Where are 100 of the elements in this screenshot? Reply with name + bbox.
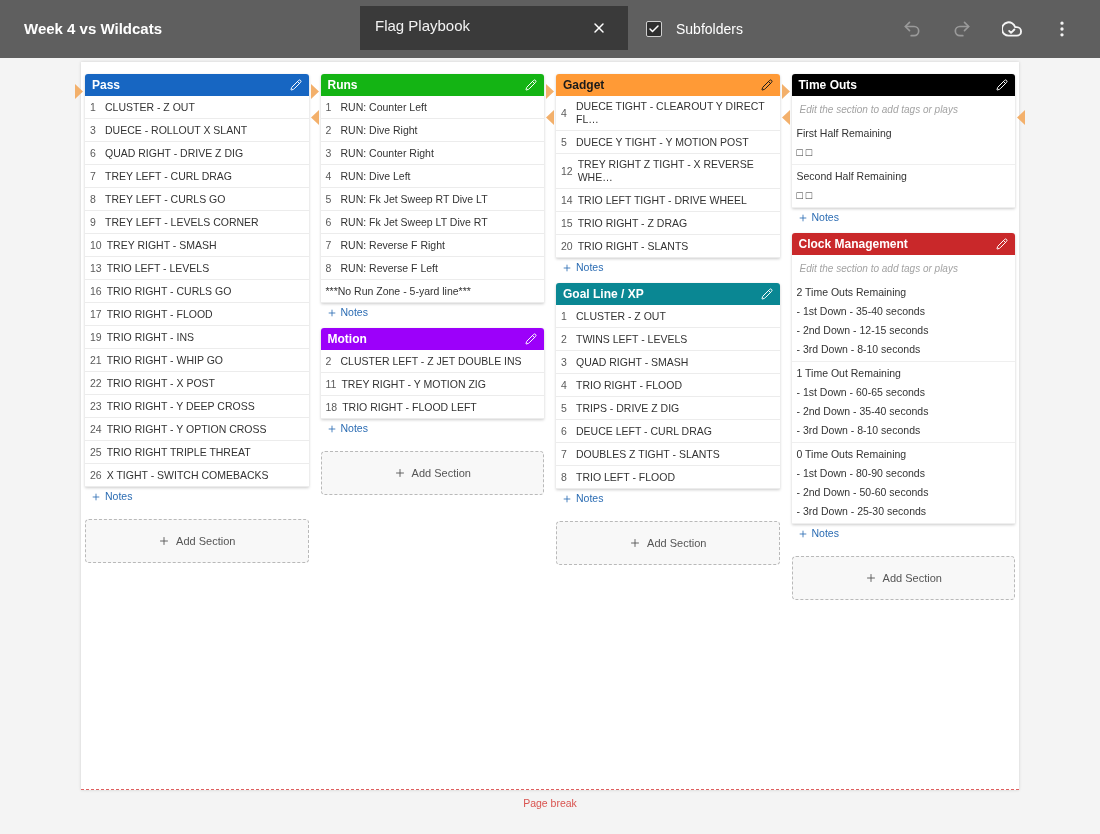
play-item[interactable]: 3 QUAD RIGHT - SMASH [556, 351, 780, 374]
play-item[interactable]: 23 TRIO RIGHT - Y DEEP CROSS [85, 395, 309, 418]
play-item[interactable]: 3 DUECE - ROLLOUT X SLANT [85, 119, 309, 142]
play-item[interactable]: 5 RUN: Fk Jet Sweep RT Dive LT [320, 188, 544, 211]
play-item[interactable]: 18 TRIO RIGHT - FLOOD LEFT [320, 396, 544, 419]
play-item[interactable]: 8 TRIO LEFT - FLOOD [556, 466, 780, 489]
play-number: 6 [325, 215, 333, 229]
play-item[interactable]: 24 TRIO RIGHT - Y OPTION CROSS [85, 418, 309, 441]
caret-right-icon[interactable] [546, 84, 554, 99]
play-item[interactable]: 15 TRIO RIGHT - Z DRAG [556, 212, 780, 235]
section-title: Pass [92, 77, 121, 94]
play-number: 21 [90, 353, 102, 367]
notes-link[interactable]: Notes [556, 490, 604, 508]
play-name: DOUBLES Z TIGHT - SLANTS [576, 447, 720, 461]
play-name: DEUCE LEFT - CURL DRAG [576, 424, 712, 438]
play-item[interactable]: 1 CLUSTER - Z OUT [556, 305, 780, 328]
caret-left-icon[interactable] [546, 110, 554, 125]
play-item[interactable]: 3 RUN: Counter Right [320, 142, 544, 165]
add-section-button[interactable]: Add Section [556, 521, 780, 565]
play-name: QUAD RIGHT - DRIVE Z DIG [105, 146, 244, 160]
play-item[interactable]: 5 DUECE Y TIGHT - Y MOTION POST [556, 131, 780, 154]
note-text: □ □ [795, 187, 814, 203]
play-number: 14 [561, 193, 573, 207]
play-item[interactable]: 2 TWINS LEFT - LEVELS [556, 328, 780, 351]
play-number: 4 [561, 106, 568, 120]
play-item[interactable]: 4 TRIO RIGHT - FLOOD [556, 374, 780, 397]
add-section-button[interactable]: Add Section [85, 519, 309, 563]
play-name: CLUSTER - Z OUT [576, 309, 666, 323]
notes-link[interactable]: Notes [85, 488, 133, 506]
play-number: 8 [561, 470, 568, 484]
play-item[interactable]: 17 TRIO RIGHT - FLOOD [85, 303, 309, 326]
play-item[interactable]: 8 RUN: Reverse F Left [320, 257, 544, 280]
notes-link[interactable]: Notes [791, 209, 839, 227]
play-item[interactable]: 2 RUN: Dive Right [320, 119, 544, 142]
play-item[interactable]: 26 X TIGHT - SWITCH COMEBACKS [85, 464, 309, 487]
play-item[interactable]: 7 RUN: Reverse F Right [320, 234, 544, 257]
play-item[interactable]: 4 DUECE TIGHT - CLEAROUT Y DIRECT FL… [556, 96, 780, 131]
play-item[interactable]: 16 TRIO RIGHT - CURLS GO [85, 280, 309, 303]
note-text: - 2nd Down - 12-15 seconds [795, 322, 930, 338]
play-number: 11 [325, 377, 337, 391]
play-item[interactable]: 22 TRIO RIGHT - X POST [85, 372, 309, 395]
checkbox[interactable] [646, 21, 662, 37]
play-item[interactable]: 13 TRIO LEFT - LEVELS [85, 257, 309, 280]
play-item[interactable]: 21 TRIO RIGHT - WHIP GO [85, 349, 309, 372]
play-item[interactable]: 9 TREY LEFT - LEVELS CORNER [85, 211, 309, 234]
play-item[interactable]: 12 TREY RIGHT Z TIGHT - X REVERSE WHE… [556, 154, 780, 189]
play-item[interactable]: 14 TRIO LEFT TIGHT - DRIVE WHEEL [556, 189, 780, 212]
play-number: 7 [561, 447, 568, 461]
play-item[interactable]: 6 QUAD RIGHT - DRIVE Z DIG [85, 142, 309, 165]
play-item[interactable]: 25 TRIO RIGHT TRIPLE THREAT [85, 441, 309, 464]
play-item[interactable]: 7 DOUBLES Z TIGHT - SLANTS [556, 443, 780, 466]
play-number: 17 [90, 307, 102, 321]
cloud-check-icon[interactable] [1002, 19, 1022, 39]
play-number: 4 [325, 169, 333, 183]
play-name: TRIO RIGHT - Y OPTION CROSS [106, 422, 267, 436]
play-number: 22 [90, 376, 102, 390]
play-number: 15 [561, 216, 573, 230]
play-name: RUN: Counter Right [340, 146, 434, 160]
play-number: 3 [561, 355, 568, 369]
play-number: 24 [90, 422, 102, 436]
play-item[interactable]: 7 TREY LEFT - CURL DRAG [85, 165, 309, 188]
play-item[interactable]: 6 RUN: Fk Jet Sweep LT Dive RT [320, 211, 544, 234]
play-item[interactable]: 10 TREY RIGHT - SMASH [85, 234, 309, 257]
plus-icon [326, 308, 337, 318]
add-section-button[interactable]: Add Section [791, 556, 1015, 600]
plus-icon [562, 263, 572, 273]
play-name: TREY RIGHT - Y MOTION ZIG [341, 377, 486, 391]
play-item[interactable]: 6 DEUCE LEFT - CURL DRAG [556, 420, 780, 443]
play-item[interactable]: 4 RUN: Dive Left [320, 165, 544, 188]
play-number: 5 [561, 135, 568, 149]
play-number: 1 [90, 100, 97, 114]
notes-link[interactable]: Notes [320, 304, 368, 322]
caret-right-icon[interactable] [75, 84, 83, 99]
play-name: RUN: Dive Left [340, 169, 411, 183]
note-text: □ □ [795, 144, 814, 160]
add-section-button[interactable]: Add Section [320, 451, 544, 495]
play-item[interactable]: 5 TRIPS - DRIVE Z DIG [556, 397, 780, 420]
notes-link[interactable]: Notes [556, 259, 604, 277]
notes-link[interactable]: Notes [791, 525, 839, 543]
playbook-field[interactable]: Flag Playbook [360, 6, 628, 50]
plus-icon [393, 467, 406, 479]
play-item[interactable]: 11 TREY RIGHT - Y MOTION ZIG [320, 373, 544, 396]
checkbox-label: Subfolders [676, 19, 743, 39]
play-item[interactable]: 19 TRIO RIGHT - INS [85, 326, 309, 349]
play-number: 8 [90, 192, 97, 206]
play-item[interactable]: 1 RUN: Counter Left [320, 96, 544, 119]
caret-left-icon[interactable] [1017, 110, 1025, 125]
section-title: Clock Management [798, 236, 908, 253]
play-item[interactable]: ***No Run Zone - 5-yard line*** [320, 280, 544, 303]
play-name: TREY RIGHT - SMASH [106, 238, 217, 252]
notes-link[interactable]: Notes [320, 420, 368, 438]
note-text: - 3rd Down - 8-10 seconds [795, 341, 922, 357]
play-item[interactable]: 1 CLUSTER - Z OUT [85, 96, 309, 119]
section-title: Runs [327, 77, 358, 94]
play-item[interactable]: 2 CLUSTER LEFT - Z JET DOUBLE INS [320, 350, 544, 373]
play-number: 20 [561, 239, 573, 253]
pencil-icon[interactable] [760, 79, 773, 91]
play-name: TREY LEFT - CURLS GO [105, 192, 226, 206]
play-item[interactable]: 8 TREY LEFT - CURLS GO [85, 188, 309, 211]
play-item[interactable]: 20 TRIO RIGHT - SLANTS [556, 235, 780, 258]
